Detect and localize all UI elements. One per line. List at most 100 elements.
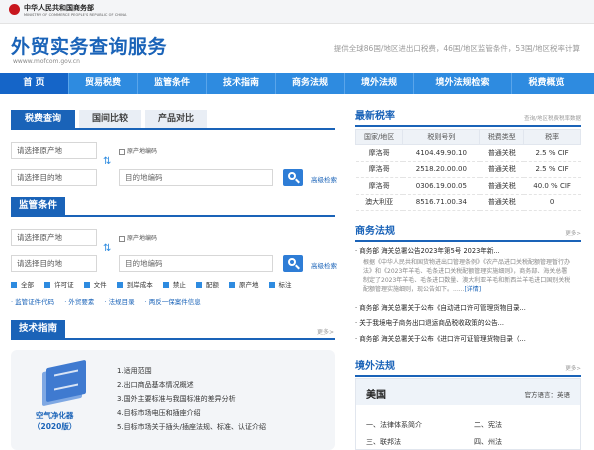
cell-rate: 0 bbox=[523, 194, 581, 211]
cell-rate: 2.5 % CIF bbox=[523, 144, 581, 162]
guide-list: 1.适用范围 2.出口商品基本情况概述 3.国外主要标准与我国标准的差异分析 4… bbox=[117, 364, 266, 434]
guide-item[interactable]: 5.目标市场关于插头/插座法规、标准、认证介绍 bbox=[117, 420, 266, 434]
cell-type: 普通关税 bbox=[479, 161, 524, 178]
filter-quota[interactable]: 配额 bbox=[195, 281, 223, 289]
cell-code: 2518.20.00.00 bbox=[402, 161, 480, 178]
cell-rate: 2.5 % CIF bbox=[523, 161, 581, 178]
link-law-catalog[interactable]: · 法规目录 bbox=[104, 298, 134, 306]
commerce-law-list: · 商务部 海关总署公告2023年第5号 2023年新... 根据《中华人民共和… bbox=[355, 245, 581, 345]
nav-home[interactable]: 首 页 bbox=[0, 73, 69, 94]
guide-book-title[interactable]: 空气净化器 （2020版） bbox=[33, 410, 76, 432]
list-item[interactable]: · 商务部 海关总署关于公布《进口许可证管理货物目录（... bbox=[355, 333, 581, 346]
filter-prohibited[interactable]: 禁止 bbox=[162, 281, 190, 289]
nav-supervision[interactable]: 监管条件 bbox=[138, 73, 207, 94]
filter-origin[interactable]: 原产地 bbox=[228, 281, 263, 289]
law-item[interactable]: 四、州法 bbox=[474, 437, 502, 447]
supervision-filters: 全部 许可证 文件 到岸成本 禁止 配额 原产地 标注 bbox=[11, 279, 300, 289]
checkbox-icon bbox=[119, 148, 125, 155]
guide-card: 空气净化器 （2020版） 1.适用范围 2.出口商品基本情况概述 3.国外主要… bbox=[11, 350, 335, 450]
main-nav: 首 页 贸易税费 监管条件 技术指南 商务法规 境外法规 境外法规检索 税费概览 bbox=[0, 73, 594, 94]
sup-dest-code-input[interactable]: 目的地编码 bbox=[119, 255, 273, 272]
commerce-law-header: 商务法规 更多> bbox=[355, 224, 581, 242]
tax-dest-code-input[interactable]: 目的地编码 bbox=[119, 169, 273, 186]
site-title[interactable]: 外贸实务查询服务 bbox=[11, 32, 167, 59]
list-item[interactable]: · 商务部 海关总署关于公布《自动进口许可管理货物目录... bbox=[355, 302, 581, 315]
nav-trade-tax[interactable]: 贸易税费 bbox=[69, 73, 138, 94]
guide-item[interactable]: 4.目标市场电压和插座介绍 bbox=[117, 406, 266, 420]
law-item[interactable]: 一、法律体系简介 bbox=[366, 420, 422, 430]
nav-overseas-law-search[interactable]: 境外法规检索 bbox=[414, 73, 512, 94]
overseas-law-header: 境外法规 更多> bbox=[355, 359, 581, 377]
table-row[interactable]: 摩洛哥 2518.20.00.00 普通关税 2.5 % CIF bbox=[355, 161, 581, 178]
tax-origin-select[interactable]: 请选择原产地 bbox=[11, 142, 97, 159]
rates-table: 国家/地区 税则号列 税费类型 税率 摩洛哥 4104.49.90.10 普通关… bbox=[354, 129, 581, 211]
col-country: 国家/地区 bbox=[354, 129, 404, 145]
filter-license[interactable]: 许可证 bbox=[44, 281, 78, 289]
swap-arrows-icon[interactable]: ⇅ bbox=[103, 156, 111, 167]
table-row[interactable]: 澳大利亚 8516.71.00.34 普通关税 0 bbox=[355, 194, 581, 211]
guide-item[interactable]: 1.适用范围 bbox=[117, 364, 266, 378]
tab-country-compare[interactable]: 国间比较 bbox=[79, 110, 141, 128]
table-row[interactable]: 摩洛哥 0306.19.00.05 普通关税 40.0 % CIF bbox=[355, 177, 581, 195]
nav-commerce-law[interactable]: 商务法规 bbox=[276, 73, 345, 94]
cell-country: 摩洛哥 bbox=[355, 144, 403, 162]
supervision-links: · 监管证件代码 · 外贸要素 · 法规目录 · 两反一保案件信息 bbox=[11, 296, 209, 306]
site-url: wwww.mofcom.gov.cn bbox=[13, 58, 80, 65]
link-cert-codes[interactable]: · 监管证件代码 bbox=[11, 298, 54, 306]
guide-book-icon[interactable] bbox=[36, 359, 92, 407]
nav-tech-guide[interactable]: 技术指南 bbox=[207, 73, 276, 94]
rates-subtitle-link[interactable]: 查询/地区税费税率数据 bbox=[524, 114, 581, 122]
law-item[interactable]: 二、宪法 bbox=[474, 420, 502, 430]
table-row[interactable]: 摩洛哥 4104.49.90.10 普通关税 2.5 % CIF bbox=[355, 144, 581, 162]
tax-dest-select[interactable]: 请选择目的地 bbox=[11, 169, 97, 186]
cell-type: 普通关税 bbox=[479, 144, 524, 162]
supervision-title: 监管条件 bbox=[11, 197, 66, 215]
sup-origin-select[interactable]: 请选择原产地 bbox=[11, 229, 97, 246]
filter-landed-cost[interactable]: 到岸成本 bbox=[116, 281, 157, 289]
sup-origin-code-checkbox[interactable]: 原产地编码 bbox=[119, 233, 157, 242]
news-summary: 根据《中华人民共和国货物进出口管理条例》《农产品进口关税配额管理暂行办法》和《2… bbox=[363, 258, 571, 293]
supervision-header: 监管条件 bbox=[11, 197, 335, 217]
ministry-name-cn: 中华人民共和国商务部 bbox=[24, 4, 94, 12]
cell-country: 摩洛哥 bbox=[355, 161, 403, 178]
government-strip: 中华人民共和国商务部 MINISTRY OF COMMERCE PEOPLE'S… bbox=[0, 0, 594, 24]
sup-advanced-search-link[interactable]: 高级检索 bbox=[311, 260, 337, 270]
nav-tax-overview[interactable]: 税费概览 bbox=[512, 73, 581, 94]
tab-product-compare[interactable]: 产品对比 bbox=[145, 110, 207, 128]
cell-rate: 40.0 % CIF bbox=[523, 177, 581, 195]
cell-type: 普通关税 bbox=[479, 177, 524, 195]
filter-all[interactable]: 全部 bbox=[11, 281, 38, 289]
guide-more-link[interactable]: 更多> bbox=[317, 327, 334, 336]
tax-query-tabs: 税费查询 国间比较 产品对比 bbox=[11, 110, 335, 130]
commerce-law-more-link[interactable]: 更多> bbox=[565, 229, 581, 237]
tax-search-button[interactable] bbox=[283, 169, 303, 186]
country-language: 官方语言：英语 bbox=[524, 391, 571, 399]
list-item[interactable]: · 商务部 海关总署公告2023年第5号 2023年新... bbox=[355, 245, 581, 258]
guide-item[interactable]: 3.国外主要标准与我国标准的差异分析 bbox=[117, 392, 266, 406]
national-emblem-icon bbox=[9, 4, 20, 15]
cell-code: 4104.49.90.10 bbox=[402, 144, 480, 162]
col-rate: 税率 bbox=[523, 129, 581, 145]
checkbox-icon bbox=[119, 235, 125, 242]
overseas-law-more-link[interactable]: 更多> bbox=[565, 364, 581, 372]
tab-tax-query[interactable]: 税费查询 bbox=[11, 110, 75, 128]
swap-arrows-icon[interactable]: ⇅ bbox=[103, 243, 111, 254]
link-trade-remedy[interactable]: · 两反一保案件信息 bbox=[145, 298, 201, 306]
tax-advanced-search-link[interactable]: 高级检索 bbox=[311, 174, 337, 184]
cell-code: 8516.71.00.34 bbox=[402, 194, 480, 211]
commerce-law-title: 商务法规 bbox=[355, 226, 395, 237]
list-item[interactable]: · 关于我境电子商务出口退运商品税收政策的公告... bbox=[355, 317, 581, 330]
filter-label[interactable]: 标注 bbox=[268, 281, 296, 289]
details-link[interactable]: [详情] bbox=[464, 286, 481, 293]
tax-origin-code-checkbox[interactable]: 原产地编码 bbox=[119, 146, 157, 155]
law-item[interactable]: 三、联邦法 bbox=[366, 437, 401, 447]
link-trade-elements[interactable]: · 外贸要素 bbox=[64, 298, 94, 306]
filter-document[interactable]: 文件 bbox=[83, 281, 111, 289]
nav-overseas-law[interactable]: 境外法规 bbox=[345, 73, 414, 94]
guide-item[interactable]: 2.出口商品基本情况概述 bbox=[117, 378, 266, 392]
country-name[interactable]: 美国 bbox=[366, 386, 386, 401]
rates-title: 最新税率 bbox=[355, 111, 395, 122]
sup-search-button[interactable] bbox=[283, 255, 303, 272]
sup-dest-select[interactable]: 请选择目的地 bbox=[11, 255, 97, 272]
overseas-law-title: 境外法规 bbox=[355, 361, 395, 372]
